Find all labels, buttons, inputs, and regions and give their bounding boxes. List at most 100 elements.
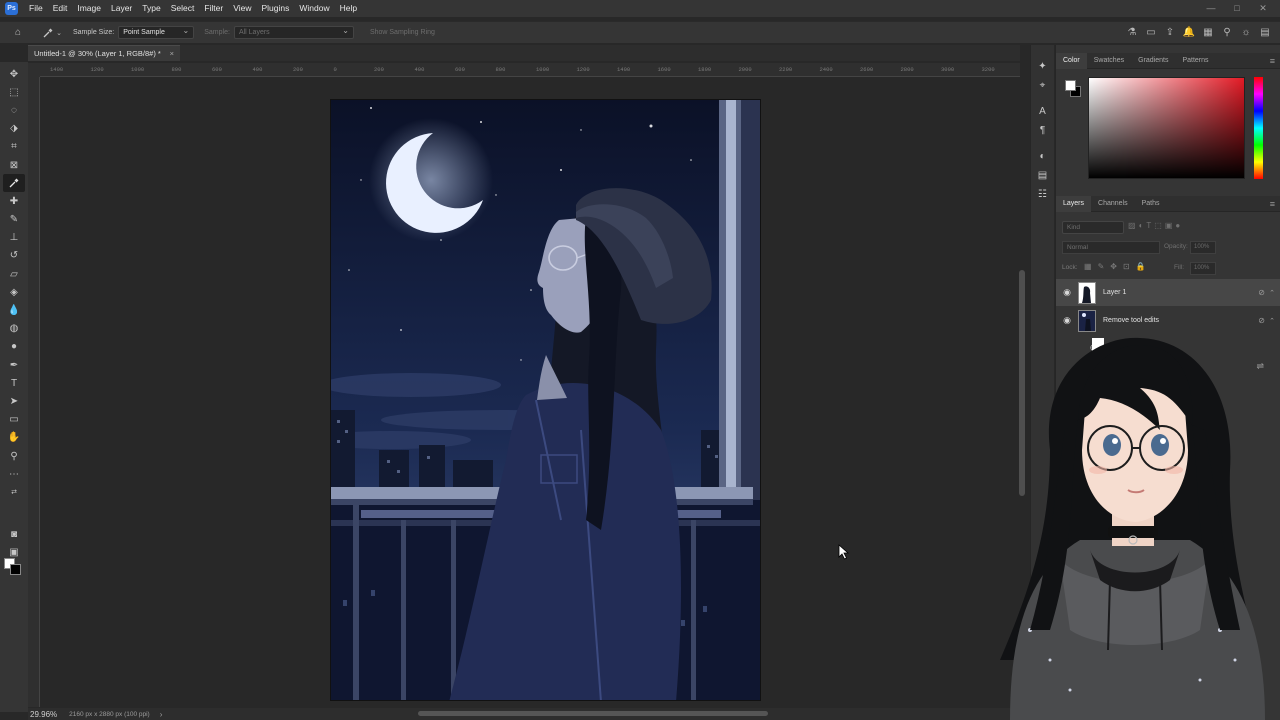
sample-select[interactable]: All Layers [233, 25, 354, 39]
quick-mask-icon[interactable]: ◙ [3, 526, 25, 544]
tab-layers[interactable]: Layers [1056, 195, 1092, 212]
brush-tool-icon[interactable]: ✎ [3, 211, 25, 229]
layer-row-layer-1[interactable]: ◉ Layer 1 ⊘ ⌃ [1056, 279, 1280, 306]
menu-layer[interactable]: Layer [106, 0, 137, 17]
background-color-swatch[interactable] [10, 564, 21, 575]
collapse-chevron-icon[interactable]: ⌃ [1269, 289, 1275, 297]
more-tools-icon[interactable]: ⋯ [3, 465, 25, 483]
tab-gradients[interactable]: Gradients [1131, 53, 1175, 69]
document-canvas[interactable] [330, 99, 761, 701]
history-brush-icon[interactable]: ↺ [3, 247, 25, 265]
adjustments-icon[interactable]: ⌖ [1034, 76, 1052, 94]
clone-stamp-icon[interactable]: ⊥ [3, 229, 25, 247]
rectangle-tool-icon[interactable]: ▭ [3, 411, 25, 429]
foreground-color-chip[interactable] [1065, 80, 1076, 91]
color-picker-field[interactable] [1088, 77, 1245, 179]
status-menu-arrow[interactable]: › [160, 710, 163, 719]
frame-tool-icon[interactable]: ⊠ [3, 156, 25, 174]
menu-view[interactable]: View [228, 0, 256, 17]
paint-bucket-icon[interactable]: ◈ [3, 283, 25, 301]
notification-icon[interactable]: 🔔 [1182, 25, 1196, 39]
lock-position-icon[interactable]: ✥ [1110, 262, 1117, 271]
blur-tool-icon[interactable]: 💧 [3, 301, 25, 319]
lock-pixels-icon[interactable]: ✎ [1098, 262, 1105, 271]
document-tab[interactable]: Untitled-1 @ 30% (Layer 1, RGB/8#) * × [28, 45, 180, 61]
layout-icon[interactable]: ▭ [1144, 25, 1158, 39]
marquee-tool-icon[interactable]: ⬚ [3, 83, 25, 101]
lightbulb-icon[interactable]: ☼ [1239, 25, 1253, 39]
healing-brush-icon[interactable]: ✚ [3, 192, 25, 210]
sample-size-select[interactable]: Point Sample [118, 25, 195, 39]
generative-fill-icon[interactable]: ✦ [1034, 57, 1052, 75]
hue-slider[interactable] [1254, 77, 1263, 179]
eraser-tool-icon[interactable]: ▱ [3, 265, 25, 283]
chevron-down-icon[interactable]: ⌄ [55, 26, 63, 40]
zoom-tool-icon[interactable]: ⚲ [3, 447, 25, 465]
maximize-button[interactable]: □ [1224, 0, 1250, 17]
close-tab-icon[interactable]: × [170, 46, 174, 61]
menu-image[interactable]: Image [72, 0, 106, 17]
menu-window[interactable]: Window [294, 0, 334, 17]
workspace-icon[interactable]: ▦ [1201, 25, 1215, 39]
menu-file[interactable]: File [24, 0, 48, 17]
tab-paths[interactable]: Paths [1135, 196, 1167, 212]
burn-tool-icon[interactable]: ● [3, 338, 25, 356]
type-filter-icon[interactable]: T [1146, 221, 1151, 230]
link-icon[interactable]: ⊘ [1258, 316, 1265, 325]
pen-tool-icon[interactable]: ✒ [3, 356, 25, 374]
swap-colors-icon[interactable]: ⇄ [3, 483, 25, 501]
beaker-icon[interactable]: ⚗ [1125, 25, 1139, 39]
color-wheel-icon[interactable]: ◐ [1034, 147, 1052, 165]
tab-swatches[interactable]: Swatches [1087, 53, 1131, 69]
horizontal-scrollbar[interactable] [418, 711, 768, 716]
search-icon[interactable]: ⚲ [1220, 25, 1234, 39]
object-select-tool-icon[interactable]: ⬗ [3, 120, 25, 138]
link-icon[interactable]: ⊘ [1258, 288, 1265, 297]
character-icon[interactable]: A [1034, 102, 1052, 120]
paragraph-icon[interactable]: ¶ [1034, 121, 1052, 139]
show-sampling-ring-checkbox[interactable]: Show Sampling Ring [370, 29, 435, 36]
visibility-eye-icon[interactable]: ◉ [1056, 287, 1078, 298]
crop-tool-icon[interactable]: ⌗ [3, 138, 25, 156]
blend-mode-select[interactable]: Normal [1062, 241, 1160, 254]
pixel-filter-icon[interactable]: ▨ [1128, 221, 1136, 230]
move-tool-icon[interactable]: ✥ [3, 65, 25, 83]
eyedropper-preset-icon[interactable] [41, 26, 55, 40]
home-icon[interactable]: ⌂ [11, 26, 25, 40]
layer-name[interactable]: Layer 1 [1103, 289, 1126, 296]
layer-name[interactable]: Remove tool edits [1103, 317, 1159, 324]
filter-toggle-icon[interactable]: ● [1175, 221, 1180, 230]
dodge-tool-icon[interactable]: ◍ [3, 320, 25, 338]
layout-switch-icon[interactable]: ▤ [1258, 25, 1272, 39]
tab-patterns[interactable]: Patterns [1175, 53, 1215, 69]
close-window-button[interactable]: ✕ [1250, 0, 1276, 17]
lasso-tool-icon[interactable]: ◌ [3, 101, 25, 119]
path-select-icon[interactable]: ➤ [3, 392, 25, 410]
layer-kind-filter[interactable]: Kind [1062, 221, 1124, 234]
libraries-icon[interactable]: ▤ [1034, 166, 1052, 184]
menu-filter[interactable]: Filter [199, 0, 228, 17]
opacity-input[interactable]: 100% [1190, 241, 1216, 254]
eyedropper-tool-icon[interactable] [3, 174, 25, 193]
collapse-chevron-icon[interactable]: ⌃ [1269, 317, 1275, 325]
panel-menu-icon[interactable]: ≡ [1270, 53, 1275, 69]
lock-artboard-icon[interactable]: ⊡ [1123, 262, 1130, 271]
adjustment-filter-icon[interactable]: ◐ [1139, 221, 1144, 230]
layers-panel-menu-icon[interactable]: ≡ [1270, 196, 1275, 212]
smart-object-filter-icon[interactable]: ▣ [1165, 221, 1173, 230]
tab-color[interactable]: Color [1056, 52, 1087, 69]
hand-tool-icon[interactable]: ✋ [3, 429, 25, 447]
zoom-level[interactable]: 29.96% [30, 710, 57, 719]
share-icon[interactable]: ⇪ [1163, 25, 1177, 39]
lock-transparency-icon[interactable]: ▦ [1084, 262, 1092, 271]
shape-filter-icon[interactable]: ⬚ [1154, 221, 1162, 230]
menu-edit[interactable]: Edit [48, 0, 73, 17]
visibility-eye-icon[interactable]: ◉ [1056, 315, 1078, 326]
properties-icon[interactable]: ☷ [1034, 185, 1052, 203]
fill-input[interactable]: 100% [1190, 262, 1216, 275]
menu-help[interactable]: Help [335, 0, 362, 17]
minimize-button[interactable]: — [1198, 0, 1224, 17]
type-tool-icon[interactable]: T [3, 374, 25, 392]
menu-select[interactable]: Select [166, 0, 200, 17]
menu-plugins[interactable]: Plugins [256, 0, 294, 17]
